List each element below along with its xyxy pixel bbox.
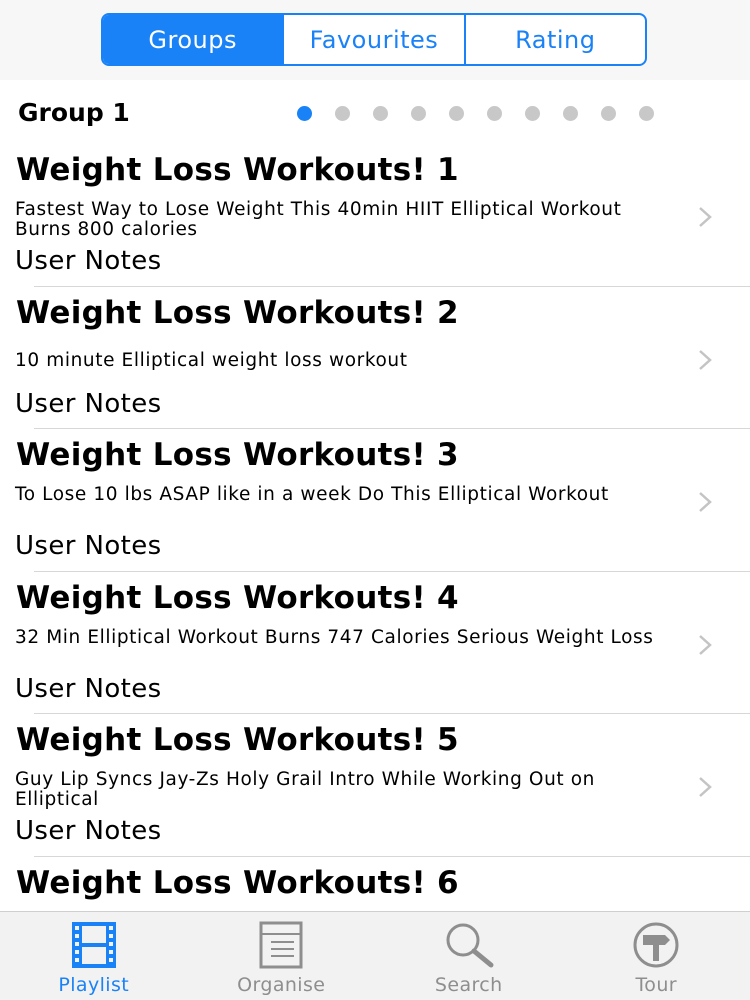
page-dot [297, 106, 312, 121]
item-user-notes: User Notes [15, 531, 162, 561]
item-description: Guy Lip Syncs Jay-Zs Holy Grail Intro Wh… [15, 769, 595, 810]
film-strip-icon [71, 922, 116, 968]
page-dot [449, 106, 464, 121]
item-title: Weight Loss Workouts! 1 [16, 152, 459, 188]
chevron-right-icon [699, 207, 712, 227]
page-dot [487, 106, 502, 121]
item-user-notes: User Notes [15, 816, 162, 846]
chevron-right-icon [699, 349, 712, 370]
page-indicator[interactable] [297, 106, 654, 121]
segmented-control: Groups Favourites Rating [101, 13, 647, 66]
page-dot [373, 106, 388, 121]
tab-label: Organise [237, 974, 326, 996]
page-dot [601, 106, 616, 121]
segmented-control-bar: Groups Favourites Rating [0, 0, 750, 80]
page-dot [525, 106, 540, 121]
tab-search[interactable]: Search [375, 912, 563, 1000]
segment-groups[interactable]: Groups [103, 15, 283, 64]
page-dot [411, 106, 426, 121]
chevron-right-icon [699, 492, 712, 512]
app-screen: Groups Favourites Rating Group 1 Weight … [0, 0, 750, 1000]
tab-label: Playlist [58, 974, 130, 996]
magnifier-icon [446, 923, 494, 968]
list-item[interactable]: Weight Loss Workouts! 3 To Lose 10 lbs A… [0, 429, 750, 572]
item-title: Weight Loss Workouts! 6 [16, 864, 459, 901]
tab-bar: Playlist Organise Search Tour [0, 911, 750, 1000]
list-item[interactable]: Weight Loss Workouts! 1 Fastest Way to L… [0, 144, 750, 287]
playlist-list: Weight Loss Workouts! 1 Fastest Way to L… [0, 144, 750, 999]
item-description: 32 Min Elliptical Workout Burns 747 Calo… [15, 626, 654, 648]
list-item[interactable]: Weight Loss Workouts! 4 32 Min Elliptica… [0, 571, 750, 714]
item-user-notes: User Notes [15, 246, 162, 276]
item-description: 10 minute Elliptical weight loss workout [15, 349, 408, 371]
item-title: Weight Loss Workouts! 5 [16, 722, 459, 758]
page-dot [563, 106, 578, 121]
item-description: Fastest Way to Lose Weight This 40min HI… [15, 199, 622, 240]
segment-favourites[interactable]: Favourites [282, 15, 463, 64]
item-user-notes: User Notes [15, 388, 162, 419]
page-dot [639, 106, 654, 121]
list-item[interactable]: Weight Loss Workouts! 2 10 minute Ellipt… [0, 286, 750, 429]
list-item[interactable]: Weight Loss Workouts! 5 Guy Lip Syncs Ja… [0, 714, 750, 857]
page-dot [335, 106, 350, 121]
group-title: Group 1 [18, 98, 130, 127]
tab-tour[interactable]: Tour [563, 912, 750, 1000]
tab-label: Tour [635, 974, 677, 996]
list-document-icon [259, 921, 303, 969]
item-description: To Lose 10 lbs ASAP like in a week Do Th… [15, 484, 609, 505]
segment-rating[interactable]: Rating [463, 15, 645, 64]
tab-label: Search [434, 974, 503, 996]
item-title: Weight Loss Workouts! 2 [16, 294, 459, 331]
chevron-right-icon [699, 777, 712, 797]
signpost-icon [633, 922, 679, 968]
tab-organise[interactable]: Organise [188, 912, 376, 1000]
item-user-notes: User Notes [15, 673, 162, 704]
item-title: Weight Loss Workouts! 4 [16, 579, 459, 616]
chevron-right-icon [699, 634, 712, 655]
item-title: Weight Loss Workouts! 3 [16, 437, 459, 473]
tab-playlist[interactable]: Playlist [0, 912, 188, 1000]
